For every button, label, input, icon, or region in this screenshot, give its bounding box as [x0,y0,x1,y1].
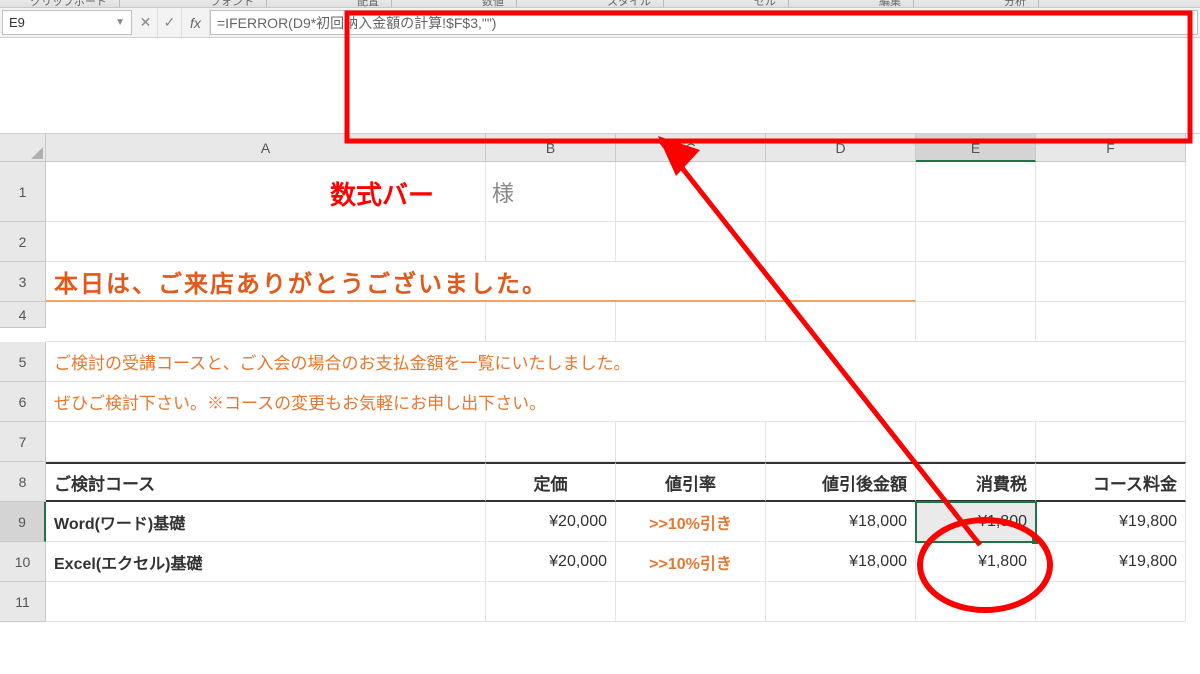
row-header-2[interactable]: 2 [0,222,46,262]
name-box-value: E9 [9,15,115,30]
cell-d2[interactable] [766,222,916,262]
cell-a10[interactable]: Excel(エクセル)基礎 [46,542,486,582]
cell-a3[interactable]: 本日は、ご来店ありがとうございました。 [46,262,766,302]
cell-a7[interactable] [46,422,486,462]
row-header-10[interactable]: 10 [0,542,46,582]
annotation-label: 数式バー [330,175,434,212]
cell-e8[interactable]: 消費税 [916,462,1036,502]
cell-e9[interactable]: ¥1,800 [916,502,1036,542]
cell-c1[interactable] [616,162,766,222]
cell-f10[interactable]: ¥19,800 [1036,542,1186,582]
cell-a9[interactable]: Word(ワード)基礎 [46,502,486,542]
col-header-e[interactable]: E [916,134,1036,162]
col-header-b[interactable]: B [486,134,616,162]
cell-e1[interactable] [916,162,1036,222]
fx-icon[interactable]: fx [182,8,210,37]
cell-e11[interactable] [916,582,1036,622]
cell-c11[interactable] [616,582,766,622]
cell-d9[interactable]: ¥18,000 [766,502,916,542]
row-header-8[interactable]: 8 [0,462,46,502]
row-header-6[interactable]: 6 [0,382,46,422]
row-header-4[interactable]: 4 [0,302,46,328]
accept-formula-button[interactable]: ✓ [158,8,182,37]
cell-d8[interactable]: 値引後金額 [766,462,916,502]
cell-b2[interactable] [486,222,616,262]
cell-f7[interactable] [1036,422,1186,462]
row-header-11[interactable]: 11 [0,582,46,622]
cell-a5[interactable]: ご検討の受講コースと、ご入会の場合のお支払金額を一覧にいたしました。 [46,342,1186,382]
cell-d11[interactable] [766,582,916,622]
cell-f9[interactable]: ¥19,800 [1036,502,1186,542]
col-header-f[interactable]: F [1036,134,1186,162]
cell-f8[interactable]: コース料金 [1036,462,1186,502]
row-header-9[interactable]: 9 [0,502,46,542]
row-header-1[interactable]: 1 [0,162,46,222]
cell-f4[interactable] [1036,302,1186,342]
formula-bar-expanded-area[interactable] [0,38,1200,134]
cell-c10[interactable]: >>10%引き [616,542,766,582]
cell-d10[interactable]: ¥18,000 [766,542,916,582]
cell-a11[interactable] [46,582,486,622]
cell-d4[interactable] [766,302,916,342]
cell-c9[interactable]: >>10%引き [616,502,766,542]
col-header-c[interactable]: C [616,134,766,162]
cell-b1[interactable]: 様 [486,162,616,222]
formula-text: =IFERROR(D9*初回納入金額の計算!$F$3,"") [217,13,496,33]
cell-b11[interactable] [486,582,616,622]
spreadsheet-grid[interactable]: A B C D E F 1 様 2 3 本日は、ご来店ありがとうございました。 … [0,134,1200,622]
cell-e4[interactable] [916,302,1036,342]
cell-e3[interactable] [916,262,1036,302]
cell-a6[interactable]: ぜひご検討下さい。※コースの変更もお気軽にお申し出下さい。 [46,382,1186,422]
col-header-a[interactable]: A [46,134,486,162]
cell-d3[interactable] [766,262,916,302]
cell-a8[interactable]: ご検討コース [46,462,486,502]
cell-f3[interactable] [1036,262,1186,302]
cell-f2[interactable] [1036,222,1186,262]
cell-c4[interactable] [616,302,766,342]
cell-b7[interactable] [486,422,616,462]
cell-d1[interactable] [766,162,916,222]
ribbon-group-labels: クリップボードフォント配置数値スタイルセル編集分析 [0,0,1200,8]
row-header-3[interactable]: 3 [0,262,46,302]
formula-input[interactable]: =IFERROR(D9*初回納入金額の計算!$F$3,"") [210,10,1198,35]
cell-b10[interactable]: ¥20,000 [486,542,616,582]
cell-e10[interactable]: ¥1,800 [916,542,1036,582]
row-header-5[interactable]: 5 [0,342,46,382]
formula-bar-row: E9 ▼ ✕ ✓ fx =IFERROR(D9*初回納入金額の計算!$F$3,"… [0,8,1200,38]
cell-e7[interactable] [916,422,1036,462]
select-all-corner[interactable] [0,134,46,162]
cell-c2[interactable] [616,222,766,262]
cell-c8[interactable]: 値引率 [616,462,766,502]
cell-a2[interactable] [46,222,486,262]
cell-a4[interactable] [46,302,486,342]
cell-c7[interactable] [616,422,766,462]
cancel-formula-button[interactable]: ✕ [134,8,158,37]
cell-b8[interactable]: 定価 [486,462,616,502]
cell-b4[interactable] [486,302,616,342]
col-header-d[interactable]: D [766,134,916,162]
cell-f1[interactable] [1036,162,1186,222]
row-header-7[interactable]: 7 [0,422,46,462]
cell-d7[interactable] [766,422,916,462]
cell-e2[interactable] [916,222,1036,262]
cell-b9[interactable]: ¥20,000 [486,502,616,542]
name-box[interactable]: E9 ▼ [2,10,132,35]
cell-f11[interactable] [1036,582,1186,622]
chevron-down-icon[interactable]: ▼ [115,17,125,28]
